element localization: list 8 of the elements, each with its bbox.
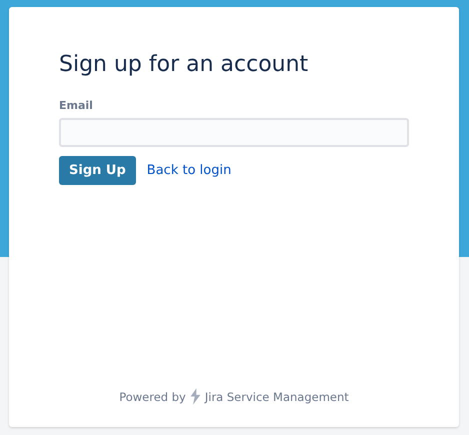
- input-field[interactable]: [59, 118, 409, 147]
- sign-up-button[interactable]: Sign Up: [59, 156, 136, 185]
- back-link[interactable]: Back to login: [146, 163, 232, 178]
- footer-text: Powered by: [119, 390, 186, 404]
- lightning-icon: [188, 388, 202, 405]
- product-name: Jira Service Management: [204, 390, 349, 404]
- page-title: Sign up for an account: [59, 51, 310, 79]
- field-label: Email: [59, 99, 94, 112]
